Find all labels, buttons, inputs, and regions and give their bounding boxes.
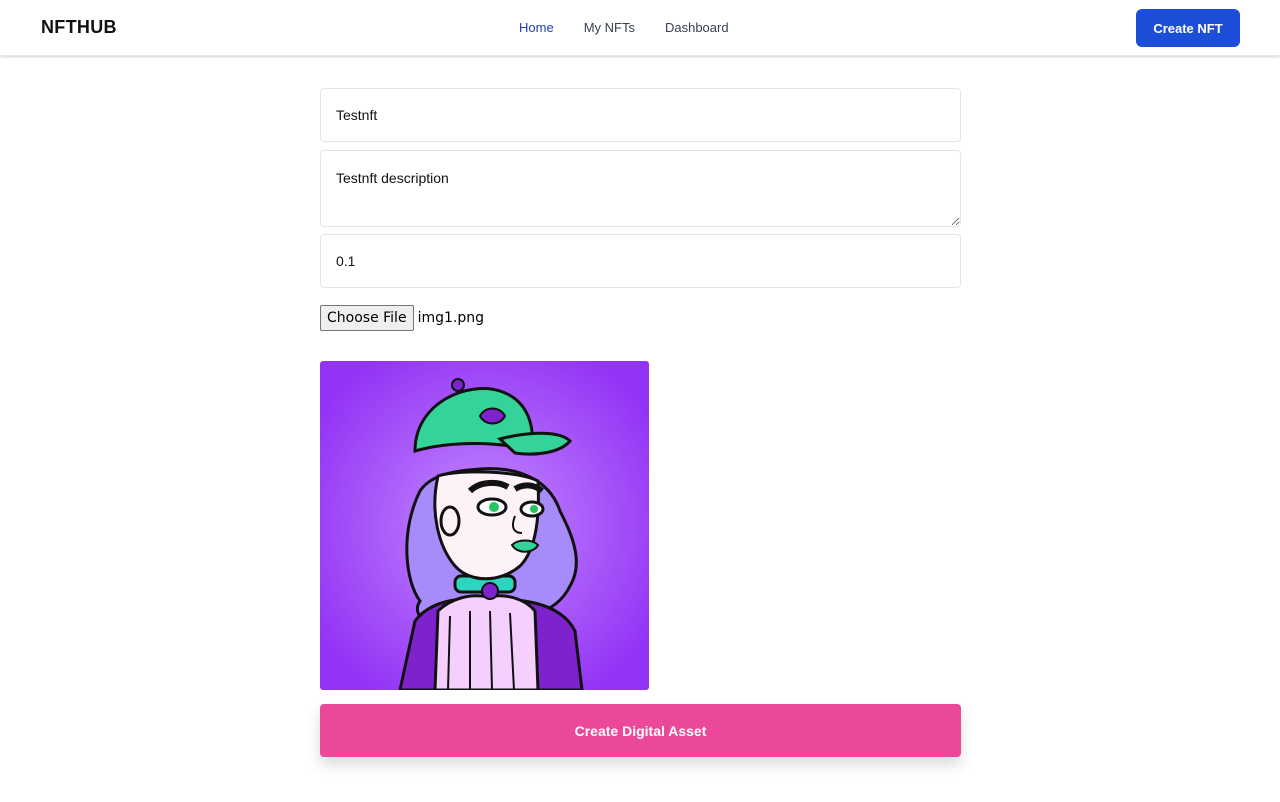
nav-link-dashboard[interactable]: Dashboard [665, 20, 729, 35]
brand-logo[interactable]: NFTHUB [41, 17, 117, 38]
create-digital-asset-button[interactable]: Create Digital Asset [320, 704, 961, 757]
asset-description-textarea[interactable]: Testnft description [320, 150, 961, 227]
nav-link-my-nfts[interactable]: My NFTs [584, 20, 635, 35]
nav-links: Home My NFTs Dashboard [519, 20, 729, 35]
create-nft-button[interactable]: Create NFT [1136, 9, 1240, 47]
nav-link-home[interactable]: Home [519, 20, 554, 35]
nft-preview-image [320, 361, 649, 690]
asset-price-input[interactable] [320, 234, 961, 288]
file-upload: Choose File img1.png [320, 305, 484, 331]
choose-file-button[interactable]: Choose File [320, 305, 414, 331]
navbar: NFTHUB Home My NFTs Dashboard Create NFT [0, 0, 1280, 56]
nft-artwork-image [320, 361, 649, 690]
asset-name-input[interactable] [320, 88, 961, 142]
selected-file-name: img1.png [417, 310, 484, 326]
